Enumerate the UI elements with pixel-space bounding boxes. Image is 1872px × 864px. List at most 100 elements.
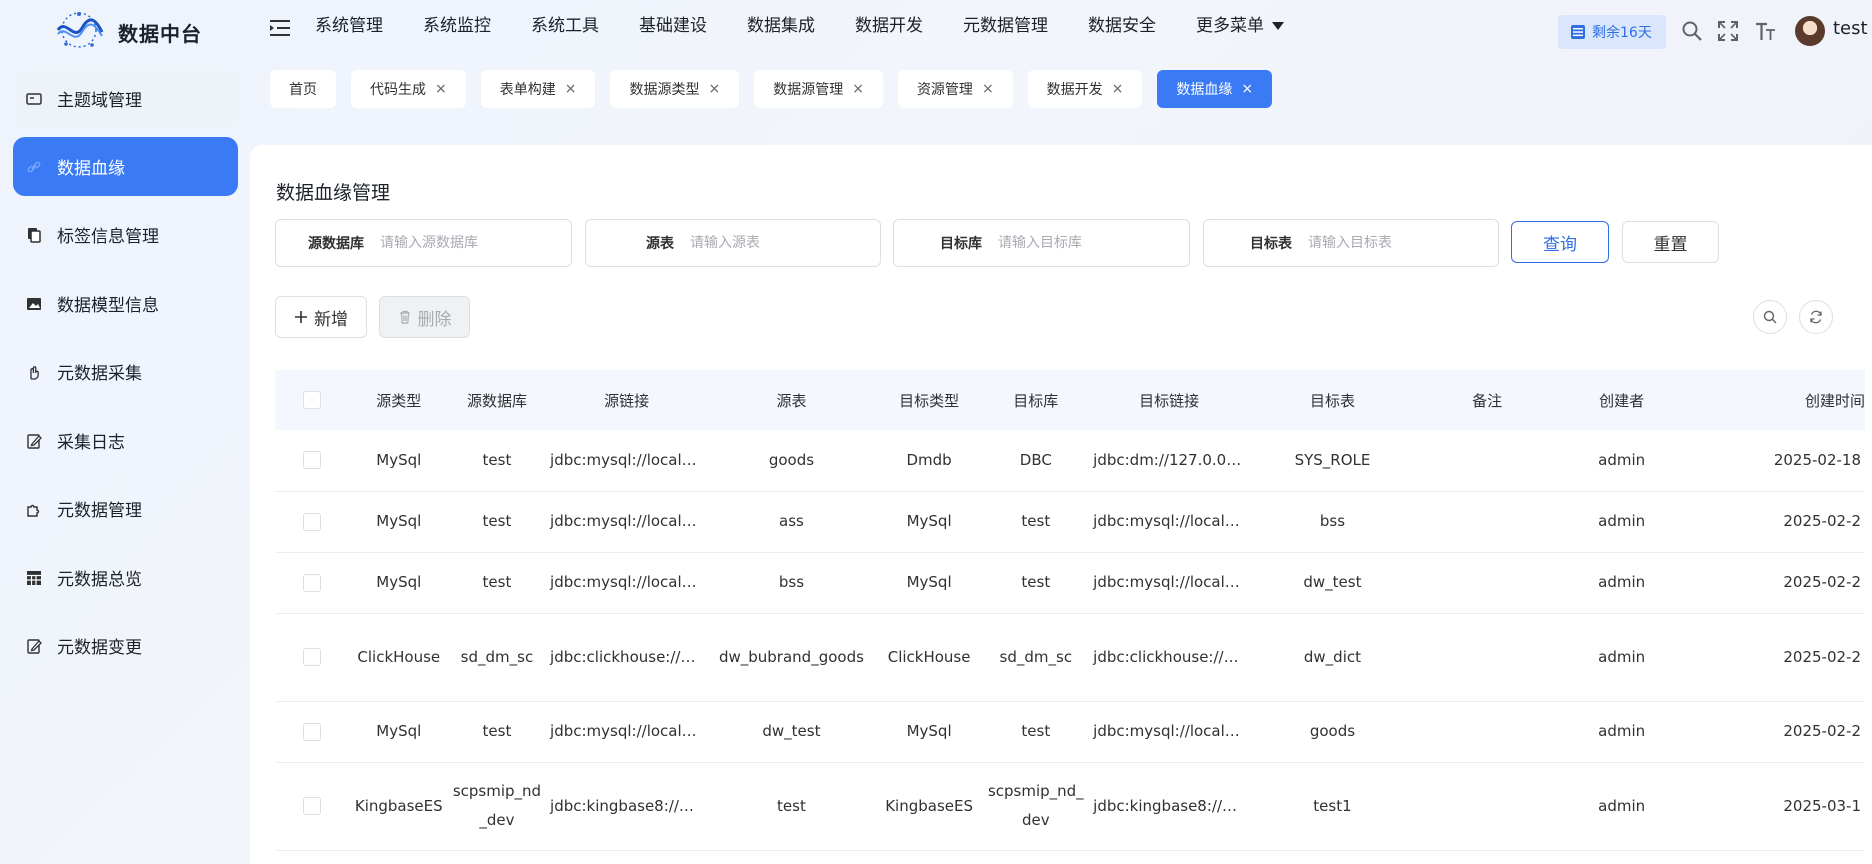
source-db-input[interactable] <box>380 235 550 251</box>
column-header[interactable]: 目标表 <box>1249 370 1416 430</box>
add-button[interactable]: 新增 <box>275 296 367 338</box>
app-brand: 数据中台 <box>118 22 202 46</box>
source-table-input[interactable] <box>690 235 860 251</box>
table-row[interactable]: MySql test jdbc:mysql://localho... goods… <box>275 430 1865 492</box>
table-cell: scpsmip_nd_dev <box>982 762 1090 851</box>
tab-label: 首页 <box>289 82 317 98</box>
table-cell: MySql <box>349 491 448 553</box>
sidebar-item-metadata-manage[interactable]: 元数据管理 <box>13 479 238 538</box>
table-row[interactable]: ClickHouse sd_dm_sc jdbc:clickhouse://19… <box>275 613 1865 702</box>
trial-remaining-badge[interactable]: 剩余16天 <box>1558 15 1666 49</box>
topnav-item-system-manage[interactable]: 系统管理 <box>315 14 383 38</box>
row-select-cell <box>275 430 350 492</box>
tab-data-lineage[interactable]: 数据血缘 × <box>1157 70 1273 108</box>
select-all-checkbox[interactable] <box>303 391 322 410</box>
tab-code-generation[interactable]: 代码生成 × <box>351 70 466 108</box>
column-header[interactable]: 目标链接 <box>1089 370 1250 430</box>
tab-home[interactable]: 首页 <box>270 70 336 108</box>
sidebar-item-data-lineage[interactable]: 数据血缘 <box>13 137 238 196</box>
query-button[interactable]: 查询 <box>1511 221 1609 263</box>
delete-button[interactable]: 删除 <box>379 296 470 338</box>
close-icon[interactable]: × <box>708 81 720 97</box>
server-icon <box>1571 25 1585 39</box>
sidebar-item-metadata-change[interactable]: 元数据变更 <box>13 616 238 675</box>
sidebar-item-data-model[interactable]: 数据模型信息 <box>13 274 238 333</box>
sidebar-item-label: 数据模型信息 <box>57 296 159 316</box>
tab-form-builder[interactable]: 表单构建 × <box>480 70 596 108</box>
row-checkbox[interactable] <box>303 512 322 531</box>
table-cell: test <box>447 430 547 492</box>
tab-resource-manage[interactable]: 资源管理 × <box>897 70 1013 108</box>
topnav-item-data-integration[interactable]: 数据集成 <box>747 14 815 38</box>
row-checkbox[interactable] <box>303 648 322 666</box>
column-header[interactable]: 源数据库 <box>447 370 547 430</box>
topnav-item-system-monitor[interactable]: 系统监控 <box>423 14 491 38</box>
search-icon[interactable] <box>1681 20 1703 42</box>
close-icon[interactable]: × <box>982 81 994 97</box>
menu-toggle-icon[interactable] <box>270 18 292 38</box>
table-row[interactable]: MySql test jdbc:mysql://localho... bss M… <box>275 552 1865 614</box>
table-cell: jdbc:mysql://localho... <box>1089 552 1250 614</box>
column-header[interactable]: 创建时间 <box>1684 370 1865 430</box>
sidebar-item-collect-log[interactable]: 采集日志 <box>13 411 238 470</box>
table-row[interactable]: KingbaseES scpsmip_nd_dev jdbc:kingbase8… <box>275 762 1865 851</box>
table-row[interactable]: MySql test jdbc:mysql://localho... dw_te… <box>275 701 1865 763</box>
table-cell: jdbc:clickhouse://19... <box>1089 613 1250 702</box>
column-header[interactable]: 源链接 <box>546 370 708 430</box>
topnav-item-infrastructure[interactable]: 基础建设 <box>639 14 707 38</box>
topnav-item-system-tools[interactable]: 系统工具 <box>531 14 599 38</box>
tag-copy-icon <box>25 226 43 244</box>
sidebar-item-metadata-collect[interactable]: 元数据采集 <box>13 342 238 401</box>
table-cell: jdbc:kingbase8://110... <box>546 762 708 851</box>
user-name[interactable]: test <box>1833 18 1868 39</box>
column-header[interactable]: 源表 <box>707 370 876 430</box>
table-cell: 2025-02-2 <box>1684 613 1865 702</box>
sidebar-item-subject-domain[interactable]: 主题域管理 <box>13 69 238 128</box>
table-cell: dw_test <box>707 701 876 763</box>
table-cell: admin <box>1558 762 1685 851</box>
target-table-input[interactable] <box>1308 235 1478 251</box>
row-checkbox[interactable] <box>303 451 322 470</box>
row-checkbox[interactable] <box>303 573 322 592</box>
sidebar-item-label: 元数据总览 <box>57 570 142 590</box>
filter-target-db: 目标库 <box>893 219 1190 267</box>
close-icon[interactable]: × <box>1241 81 1253 97</box>
tab-datasource-manage[interactable]: 数据源管理 × <box>754 70 883 108</box>
tab-data-development[interactable]: 数据开发 × <box>1027 70 1143 108</box>
table-cell: MySql <box>349 430 448 492</box>
close-icon[interactable]: × <box>852 81 864 97</box>
topnav-item-metadata-manage[interactable]: 元数据管理 <box>963 14 1048 38</box>
column-header[interactable]: 创建者 <box>1558 370 1685 430</box>
column-header[interactable]: 目标库 <box>982 370 1090 430</box>
sidebar-item-label: 元数据变更 <box>57 638 142 658</box>
reset-button[interactable]: 重置 <box>1622 221 1719 263</box>
close-icon[interactable]: × <box>565 81 577 97</box>
font-size-icon[interactable] <box>1754 20 1776 42</box>
top-navigation: 系统管理 系统监控 系统工具 基础建设 数据集成 数据开发 元数据管理 数据安全… <box>315 14 1324 38</box>
toggle-search-button[interactable] <box>1753 300 1787 334</box>
topnav-item-data-development[interactable]: 数据开发 <box>855 14 923 38</box>
refresh-button[interactable] <box>1799 300 1833 334</box>
sidebar-item-metadata-overview[interactable]: 元数据总览 <box>13 548 238 607</box>
tab-label: 数据源类型 <box>629 82 700 98</box>
column-header[interactable]: 源类型 <box>349 370 448 430</box>
user-avatar[interactable] <box>1795 16 1825 46</box>
close-icon[interactable]: × <box>435 81 447 97</box>
row-checkbox[interactable] <box>303 722 322 741</box>
column-header[interactable]: 目标类型 <box>875 370 983 430</box>
topnav-more-menu[interactable]: 更多菜单 <box>1196 14 1284 38</box>
table-cell: admin <box>1558 701 1685 763</box>
table-row[interactable]: MySql test jdbc:mysql://localho... ass M… <box>275 491 1865 553</box>
topnav-item-data-security[interactable]: 数据安全 <box>1088 14 1156 38</box>
trial-remaining-text: 剩余16天 <box>1592 25 1652 41</box>
sidebar-item-tag-info[interactable]: 标签信息管理 <box>13 205 238 264</box>
table-cell: ClickHouse <box>349 613 448 702</box>
close-icon[interactable]: × <box>1112 81 1124 97</box>
table-cell: bss <box>1249 491 1416 553</box>
row-checkbox[interactable] <box>303 797 322 815</box>
column-header[interactable]: 备注 <box>1415 370 1559 430</box>
tab-datasource-type[interactable]: 数据源类型 × <box>610 70 740 108</box>
fullscreen-icon[interactable] <box>1717 20 1739 42</box>
tab-label: 数据血缘 <box>1176 82 1233 98</box>
target-db-input[interactable] <box>998 235 1168 251</box>
